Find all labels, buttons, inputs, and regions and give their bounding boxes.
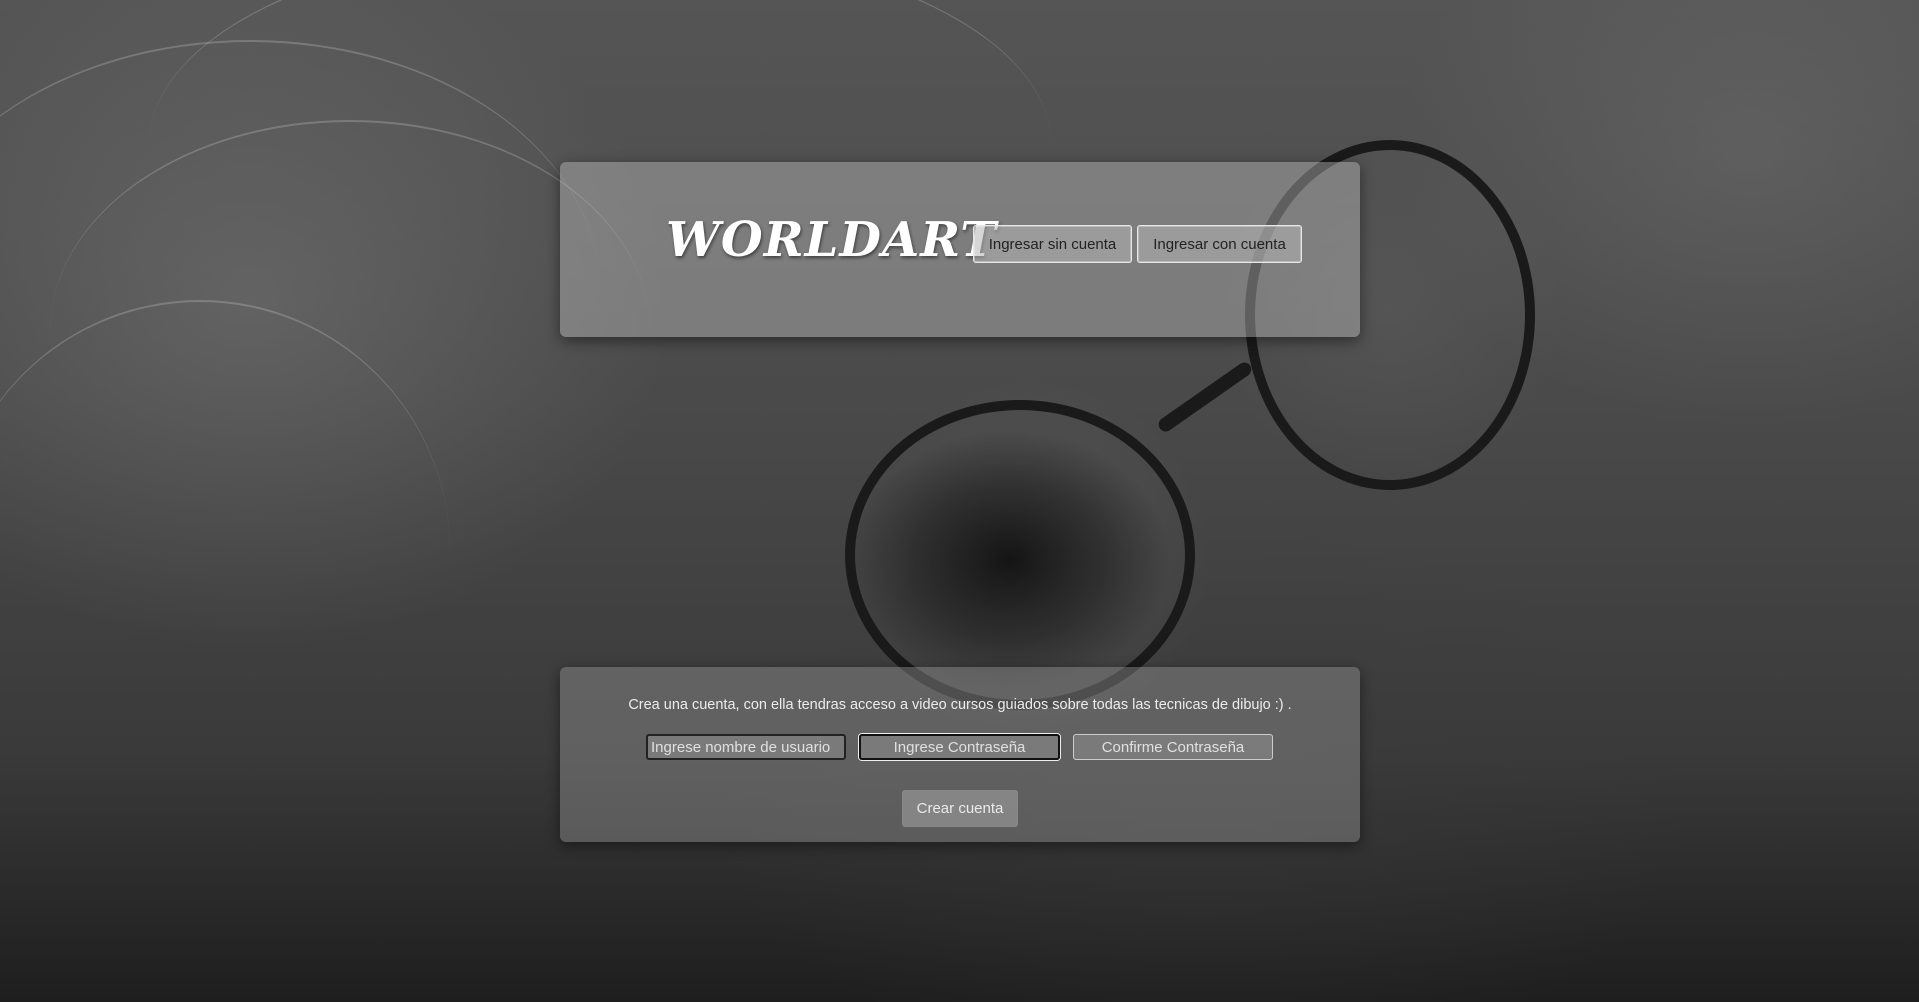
header-panel: WORLDART Ingresar sin cuenta Ingresar co… [560, 162, 1360, 337]
glasses-bridge [1155, 359, 1255, 435]
username-input[interactable] [646, 734, 846, 760]
glasses-lens-left [845, 400, 1195, 710]
logo: WORLDART [666, 212, 997, 268]
signup-panel: Crea una cuenta, con ella tendras acceso… [560, 667, 1360, 842]
signup-info-text: Crea una cuenta, con ella tendras acceso… [628, 697, 1292, 713]
background-portrait-image [0, 0, 1919, 1002]
enter-without-account-button[interactable]: Ingresar sin cuenta [973, 225, 1132, 263]
confirm-password-input[interactable] [1073, 734, 1273, 760]
password-input[interactable] [859, 734, 1060, 760]
enter-with-account-button[interactable]: Ingresar con cuenta [1137, 225, 1302, 263]
create-account-button[interactable]: Crear cuenta [902, 790, 1018, 827]
